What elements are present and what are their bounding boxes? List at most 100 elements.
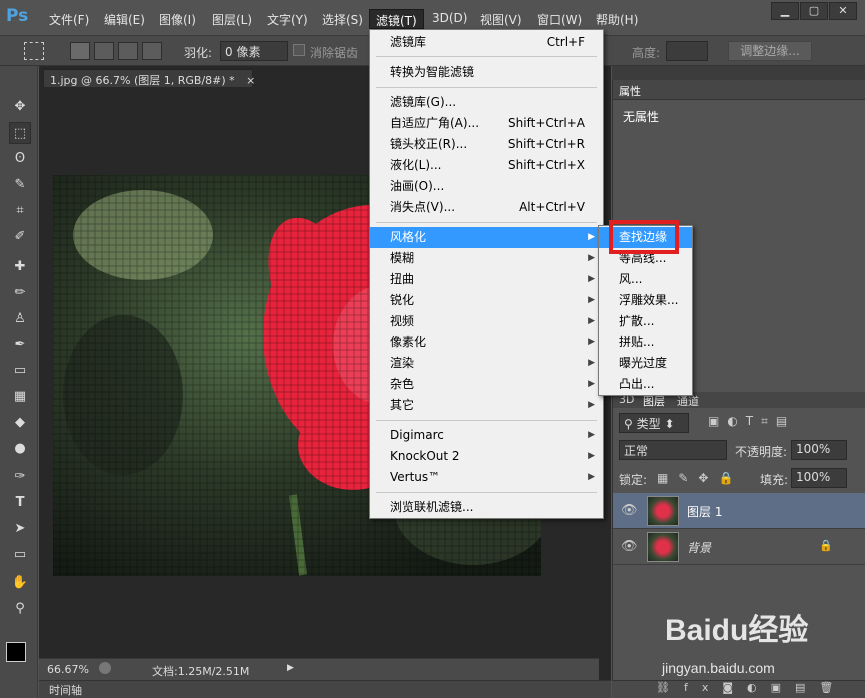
timeline-label: 时间轴 [49, 684, 82, 697]
menu-image[interactable]: 图像(I) [153, 9, 202, 29]
ps-logo: Ps [6, 6, 29, 26]
menu-item-oil-paint[interactable]: 油画(O)... [370, 176, 603, 197]
document-tab[interactable]: 1.jpg @ 66.7% (图层 1, RGB/8#) * × [43, 69, 255, 87]
menu-item-digimarc[interactable]: Digimarc ▶ [370, 425, 603, 446]
height-input[interactable] [666, 41, 708, 61]
menu-item-distort[interactable]: 扭曲 ▶ [370, 269, 603, 290]
menu-item-render[interactable]: 渲染 ▶ [370, 353, 603, 374]
menu-file[interactable]: 文件(F) [43, 9, 95, 29]
blend-mode-select[interactable]: 正常 [619, 440, 727, 460]
lock-label: 锁定: [619, 473, 648, 487]
status-options-icon[interactable] [99, 662, 111, 674]
minimize-button[interactable]: ▁ [771, 2, 799, 20]
blur-tool-icon[interactable]: ◆ [9, 412, 31, 434]
submenu-item-solarize[interactable]: 曝光过度 [599, 353, 692, 374]
layer-row-background[interactable]: 👁 背景 🔒 [613, 529, 865, 565]
feather-input[interactable]: 0 像素 [220, 41, 288, 61]
menu-view[interactable]: 视图(V) [474, 9, 528, 29]
visibility-eye-icon[interactable]: 👁 [621, 539, 638, 554]
clone-stamp-tool-icon[interactable]: ♙ [9, 308, 31, 330]
menu-help[interactable]: 帮助(H) [590, 9, 644, 29]
menu-item-pixelate[interactable]: 像素化 ▶ [370, 332, 603, 353]
gradient-tool-icon[interactable]: ▦ [9, 386, 31, 408]
menu-item-convert-smart-filter[interactable]: 转换为智能滤镜 [370, 62, 603, 83]
eraser-tool-icon[interactable]: ▭ [9, 360, 31, 382]
fill-input[interactable]: 100% [791, 468, 847, 488]
menu-item-noise[interactable]: 杂色 ▶ [370, 374, 603, 395]
submenu-arrow-icon: ▶ [588, 232, 595, 242]
menu-layer[interactable]: 图层(L) [206, 9, 258, 29]
submenu-arrow-icon: ▶ [588, 337, 595, 347]
menu-item-video[interactable]: 视频 ▶ [370, 311, 603, 332]
type-tool-icon[interactable]: T [9, 492, 31, 514]
menu-item-sharpen[interactable]: 锐化 ▶ [370, 290, 603, 311]
menu-item-blur[interactable]: 模糊 ▶ [370, 248, 603, 269]
menu-item-liquify[interactable]: 液化(L)... Shift+Ctrl+X [370, 155, 603, 176]
submenu-item-tiles[interactable]: 拼贴... [599, 332, 692, 353]
healing-brush-tool-icon[interactable]: ✚ [9, 256, 31, 278]
filter-menu: 滤镜库 Ctrl+F 转换为智能滤镜 滤镜库(G)... 自适应广角(A)... S… [369, 29, 604, 519]
eyedropper-tool-icon[interactable]: ✐ [9, 226, 31, 248]
marquee-tool-preset-icon[interactable] [24, 42, 44, 60]
menu-edit[interactable]: 编辑(E) [98, 9, 151, 29]
zoom-level[interactable]: 66.67% [47, 663, 89, 676]
opacity-input[interactable]: 100% [791, 440, 847, 460]
menu-window[interactable]: 窗口(W) [531, 9, 588, 29]
menu-item-other[interactable]: 其它 ▶ [370, 395, 603, 416]
submenu-item-diffuse[interactable]: 扩散... [599, 311, 692, 332]
marquee-tool-icon[interactable]: ⬚ [9, 122, 31, 144]
refine-edge-button[interactable]: 调整边缘... [728, 41, 812, 61]
layer-name[interactable]: 图层 1 [687, 503, 722, 520]
menu-item-browse-online-filters[interactable]: 浏览联机滤镜... [370, 497, 603, 518]
restore-button[interactable]: ▢ [800, 2, 828, 20]
subtract-selection-icon[interactable] [118, 42, 138, 60]
intersect-selection-icon[interactable] [142, 42, 162, 60]
menu-type[interactable]: 文字(Y) [261, 9, 314, 29]
layer-filter-icons[interactable]: ▣◐T⌗▤ [708, 414, 795, 429]
properties-tab[interactable]: 属性 [619, 83, 641, 99]
document-tab-title: 1.jpg @ 66.7% (图层 1, RGB/8#) * [50, 74, 235, 87]
tab-close-icon[interactable]: × [246, 74, 255, 87]
history-brush-tool-icon[interactable]: ✒ [9, 334, 31, 356]
path-selection-tool-icon[interactable]: ➤ [9, 518, 31, 540]
menu-3d[interactable]: 3D(D) [426, 9, 473, 29]
document-size: 文档:1.25M/2.51M [152, 665, 250, 678]
menu-filter[interactable]: 滤镜(T) [369, 9, 424, 29]
layers-panel-footer-icons[interactable]: ⛓fx◙◐▣▤🗑 [612, 680, 865, 698]
timeline-panel[interactable]: 时间轴 [39, 680, 611, 698]
status-arrow-icon[interactable]: ▶ [287, 663, 294, 673]
menu-item-stylize[interactable]: 风格化 ▶ [370, 227, 603, 248]
menu-select[interactable]: 选择(S) [316, 9, 369, 29]
move-tool-icon[interactable]: ✥ [9, 96, 31, 118]
lasso-tool-icon[interactable]: ʘ [9, 148, 31, 170]
pen-tool-icon[interactable]: ✑ [9, 466, 31, 488]
menu-item-adaptive-wide-angle[interactable]: 自适应广角(A)... Shift+Ctrl+A [370, 113, 603, 134]
lock-icon: 🔒 [819, 539, 833, 552]
dodge-tool-icon[interactable]: ● [9, 438, 31, 460]
quick-select-tool-icon[interactable]: ✎ [9, 174, 31, 196]
foreground-color-swatch[interactable] [6, 642, 26, 662]
zoom-tool-icon[interactable]: ⚲ [9, 598, 31, 620]
menu-item-knockout[interactable]: KnockOut 2 ▶ [370, 446, 603, 467]
submenu-item-emboss[interactable]: 浮雕效果... [599, 290, 692, 311]
lock-icons[interactable]: ▦✎✥🔒 [657, 471, 743, 485]
layer-row-layer1[interactable]: 👁 图层 1 [613, 493, 865, 529]
menu-item-vertus[interactable]: Vertus™ ▶ [370, 467, 603, 488]
antialias-checkbox[interactable] [293, 44, 305, 56]
submenu-item-extrude[interactable]: 凸出... [599, 374, 692, 395]
add-selection-icon[interactable] [94, 42, 114, 60]
layer-filter-kind-select[interactable]: ⚲ 类型 ⬍ [619, 413, 689, 433]
brush-tool-icon[interactable]: ✏ [9, 282, 31, 304]
rectangle-tool-icon[interactable]: ▭ [9, 544, 31, 566]
hand-tool-icon[interactable]: ✋ [9, 572, 31, 594]
submenu-item-wind[interactable]: 风... [599, 269, 692, 290]
crop-tool-icon[interactable]: ⌗ [9, 200, 31, 222]
menu-item-filter-gallery[interactable]: 滤镜库(G)... [370, 92, 603, 113]
menu-item-vanishing-point[interactable]: 消失点(V)... Alt+Ctrl+V [370, 197, 603, 218]
layer-name[interactable]: 背景 [687, 539, 711, 556]
new-selection-icon[interactable] [70, 42, 90, 60]
close-button[interactable]: ✕ [829, 2, 857, 20]
visibility-eye-icon[interactable]: 👁 [621, 503, 638, 518]
menu-item-filter-gallery-last[interactable]: 滤镜库 Ctrl+F [370, 32, 603, 53]
menu-item-lens-correction[interactable]: 镜头校正(R)... Shift+Ctrl+R [370, 134, 603, 155]
